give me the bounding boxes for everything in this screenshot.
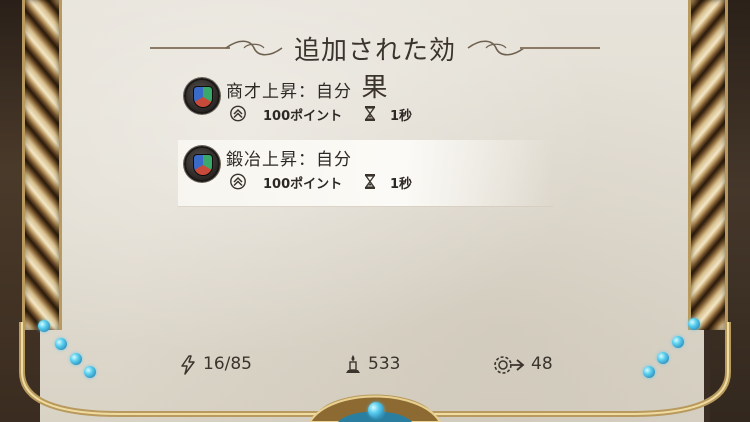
gold-stat: 533 xyxy=(344,354,414,376)
effect-name: 鍛冶上昇：自分 xyxy=(226,150,352,170)
title-divider-right xyxy=(520,47,600,49)
effect-item[interactable]: 商才上昇：自分 100ポイント 1秒 xyxy=(178,72,553,138)
gear-arrow-icon xyxy=(494,356,525,374)
effect-duration: 1秒 xyxy=(390,177,413,192)
energy-value: 16/85 xyxy=(203,354,252,374)
center-gem-ornament xyxy=(368,402,384,418)
effect-points: 100ポイント xyxy=(263,177,343,192)
effect-item-selected[interactable]: 鍛冶上昇：自分 100ポイント 1秒 xyxy=(178,140,553,206)
speed-stat: 48 xyxy=(492,354,562,376)
gem-ornament xyxy=(672,336,684,348)
gem-ornament xyxy=(643,366,655,378)
title-divider-left xyxy=(150,47,230,49)
shield-emblem-icon xyxy=(184,146,220,182)
game-screen: 追加された効果 商才上昇：自分 100ポイント 1秒 鍛冶上昇：自分 100ポイ… xyxy=(0,0,750,422)
gold-value: 533 xyxy=(368,354,401,374)
hourglass-icon xyxy=(364,106,376,121)
upgrade-arrow-icon xyxy=(230,105,246,122)
candle-icon xyxy=(346,355,360,373)
flourish-left-icon xyxy=(225,40,283,56)
gem-ornament xyxy=(84,366,96,378)
panel-header: 追加された効果 xyxy=(140,28,610,103)
rope-border-left xyxy=(22,0,62,330)
shield-emblem-icon xyxy=(184,78,220,114)
gem-ornament xyxy=(688,318,700,330)
gem-ornament xyxy=(657,352,669,364)
effect-points: 100ポイント xyxy=(263,109,343,124)
flourish-right-icon xyxy=(467,40,525,56)
effect-duration: 1秒 xyxy=(390,109,413,124)
gem-ornament xyxy=(38,320,50,332)
lightning-icon xyxy=(181,355,195,375)
gem-ornament xyxy=(70,353,82,365)
energy-stat: 16/85 xyxy=(180,354,270,376)
effect-name: 商才上昇：自分 xyxy=(226,82,352,102)
hourglass-icon xyxy=(364,174,376,189)
upgrade-arrow-icon xyxy=(230,173,246,190)
rope-border-right xyxy=(688,0,728,330)
speed-value: 48 xyxy=(531,354,553,374)
gem-ornament xyxy=(55,338,67,350)
